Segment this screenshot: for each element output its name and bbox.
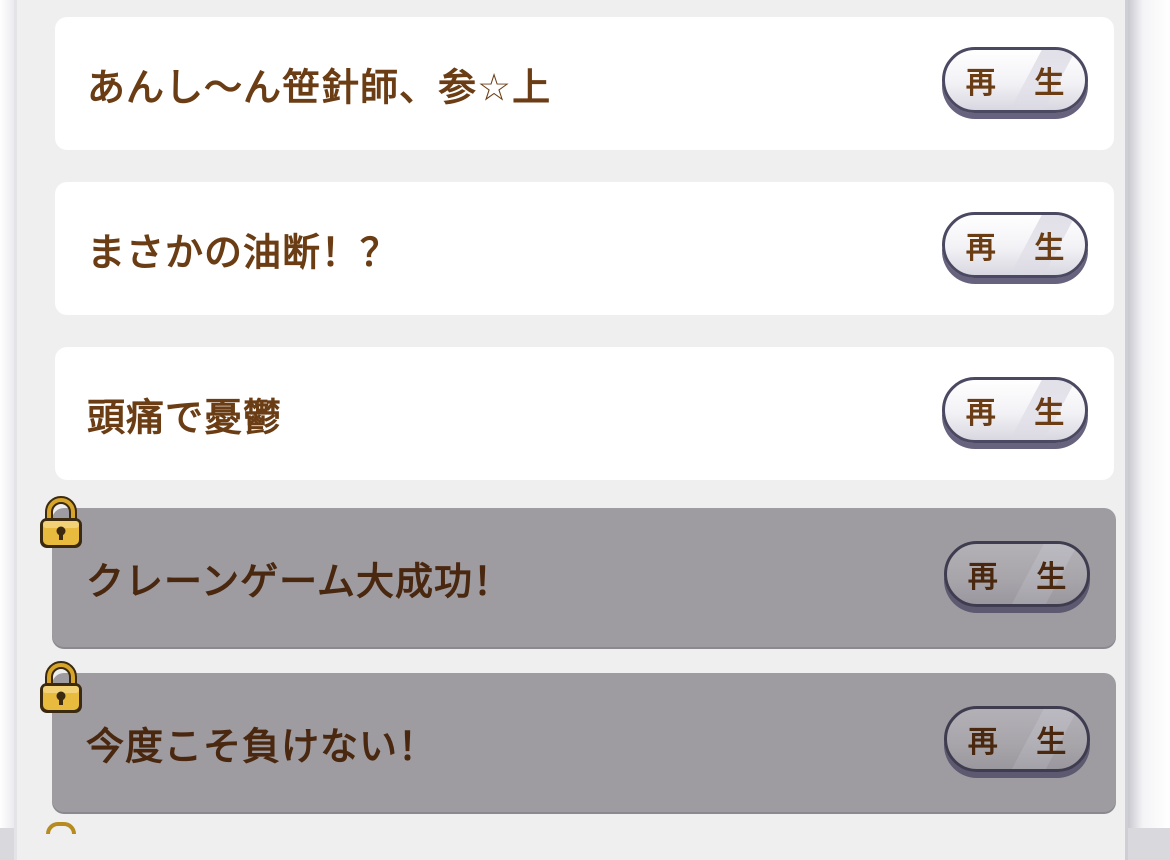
song-list: あんし～ん笹針師、参☆上 再 生 まさかの油断！？ 再 生 頭痛で憂鬱 再 生 [0,0,1170,834]
padlock-icon [46,822,76,834]
play-button-label: 再 生 [965,65,1079,101]
play-button[interactable]: 再 生 [942,376,1088,443]
song-title: 今度こそ負けない！ [86,724,438,768]
song-title: あんし～ん笹針師、参☆上 [87,65,552,109]
song-title: 頭痛で憂鬱 [87,395,283,439]
play-button-label: 再 生 [965,395,1079,431]
play-button-label: 再 生 [967,724,1081,760]
play-button[interactable]: 再 生 [942,211,1088,278]
play-button[interactable]: 再 生 [944,540,1090,607]
song-title: クレーンゲーム大成功！ [86,559,512,603]
padlock-icon [40,496,82,548]
song-item: あんし～ん笹針師、参☆上 再 生 [55,17,1114,150]
play-button[interactable]: 再 生 [942,46,1088,113]
song-item: 頭痛で憂鬱 再 生 [55,347,1114,480]
play-button-label: 再 生 [965,230,1079,266]
play-button[interactable]: 再 生 [944,705,1090,772]
song-item-locked: 今度こそ負けない！ 再 生 [40,661,1116,812]
padlock-icon [40,661,82,713]
song-title: まさかの油断！？ [87,230,400,274]
song-item: まさかの油断！？ 再 生 [55,182,1114,315]
song-item-locked: クレーンゲーム大成功！ 再 生 [40,496,1116,647]
play-button-label: 再 生 [967,559,1081,595]
